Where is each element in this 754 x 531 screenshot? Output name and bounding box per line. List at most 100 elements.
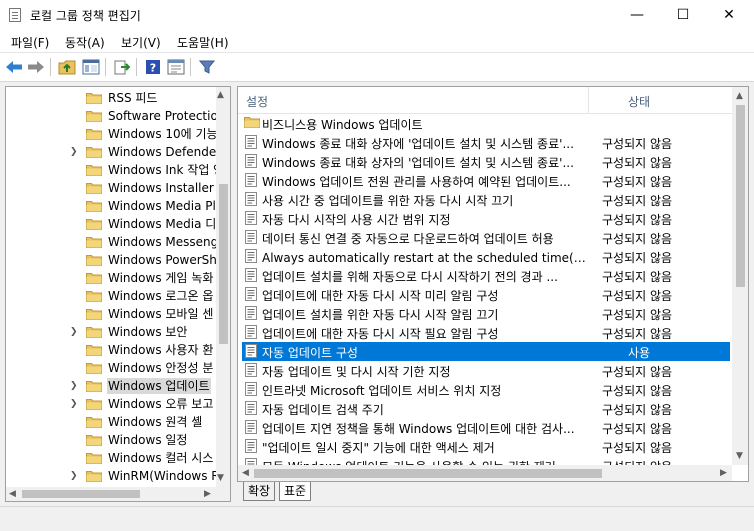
show-hide-tree-icon[interactable] — [81, 57, 101, 77]
tree-item[interactable]: Windows 사용자 환 — [6, 341, 218, 359]
policy-row[interactable]: "업데이트 일시 중지" 기능에 대한 액세스 제거 구성되지 않음 — [242, 437, 730, 456]
tree-item[interactable]: Windows Media Play — [6, 197, 218, 215]
folder-icon — [86, 164, 102, 176]
tree-vertical-scroll-thumb[interactable] — [219, 184, 228, 344]
export-list-icon[interactable] — [112, 57, 132, 77]
back-arrow-icon[interactable] — [4, 57, 24, 77]
folder-icon — [86, 380, 102, 392]
policy-row[interactable]: 자동 업데이트 구성 사용 — [242, 342, 730, 361]
policy-status: 사용 — [628, 346, 651, 360]
folder-icon — [86, 272, 102, 284]
column-divider[interactable] — [588, 87, 589, 113]
expand-chevron-icon[interactable]: ❯ — [70, 147, 80, 157]
policy-row[interactable]: 데이터 통신 연결 중 자동으로 다운로드하여 업데이트 허용 구성되지 않음 — [242, 228, 730, 247]
tree-item[interactable]: Windows 10에 기능 — [6, 125, 218, 143]
policy-row[interactable]: 업데이트 설치를 위한 자동 다시 시작 알림 끄기 구성되지 않음 — [242, 304, 730, 323]
scroll-left-arrow-icon[interactable]: ◀ — [9, 489, 16, 499]
list-folder-row[interactable]: 비즈니스용 Windows 업데이트 — [242, 114, 730, 133]
policy-row[interactable]: Windows 종료 대화 상자의 '업데이트 설치 및 시스템 종료'... 구… — [242, 152, 730, 171]
tree-item[interactable]: Windows Ink 작업 영 — [6, 161, 218, 179]
tree-item[interactable]: Software Protection — [6, 107, 218, 125]
folder-icon — [86, 146, 102, 158]
policy-list-pane[interactable]: 설정 상태 모든 Windows 업데이트 기능을 사용할 수 있는 권한 제거… — [237, 86, 749, 482]
tree-item[interactable]: Windows 로그온 옵 — [6, 287, 218, 305]
policy-status: 구성되지 않음 — [602, 308, 673, 322]
policy-row[interactable]: 자동 업데이트 검색 주기 구성되지 않음 — [242, 399, 730, 418]
scroll-down-arrow-icon[interactable]: ▼ — [217, 473, 224, 483]
policy-row[interactable]: Windows 종료 대화 상자에 '업데이트 설치 및 시스템 종료'... 구… — [242, 133, 730, 152]
policy-status: 구성되지 않음 — [602, 251, 673, 265]
policy-setting-icon — [244, 382, 258, 396]
tree-item-label: Windows Installer — [108, 181, 214, 195]
tree-item-label: Windows Media Play — [108, 199, 218, 213]
policy-row[interactable]: 인트라넷 Microsoft 업데이트 서비스 위치 지정 구성되지 않음 — [242, 380, 730, 399]
tree-item[interactable]: Windows PowerShel — [6, 251, 218, 269]
close-button[interactable]: ✕ — [706, 0, 752, 30]
policy-status: 구성되지 않음 — [602, 175, 673, 189]
column-header-status[interactable]: 상태 — [628, 93, 650, 110]
minimize-button[interactable]: — — [614, 0, 660, 30]
tree-item[interactable]: Windows 컬러 시스 — [6, 449, 218, 467]
column-header-setting[interactable]: 설정 — [246, 93, 268, 110]
expand-chevron-icon[interactable]: ❯ — [70, 471, 80, 481]
scroll-right-arrow-icon[interactable]: ▶ — [720, 468, 727, 478]
policy-setting-icon — [244, 363, 258, 377]
expand-chevron-icon[interactable]: ❯ — [70, 327, 80, 337]
tree-horizontal-scroll-thumb[interactable] — [22, 490, 140, 498]
policy-row[interactable]: 업데이트에 대한 자동 다시 시작 미리 알림 구성 구성되지 않음 — [242, 285, 730, 304]
policy-status: 구성되지 않음 — [602, 232, 673, 246]
tree-item[interactable]: Windows Installer — [6, 179, 218, 197]
policy-row[interactable]: 업데이트 설치를 위해 자동으로 다시 시작하기 전의 경과 ... 구성되지 않… — [242, 266, 730, 285]
tree-item[interactable]: ❯ WinRM(Windows Re — [6, 467, 218, 485]
help-icon[interactable]: ? — [143, 57, 163, 77]
tree-item[interactable]: ❯ Windows 업데이트 — [6, 377, 218, 395]
policy-setting-icon — [244, 154, 258, 168]
tree-item[interactable]: ❯ Windows 오류 보고 — [6, 395, 218, 413]
tab-standard[interactable]: 표준 — [279, 482, 312, 501]
scroll-left-arrow-icon[interactable]: ◀ — [242, 468, 249, 478]
properties-icon[interactable] — [166, 57, 186, 77]
policy-row[interactable]: 자동 다시 시작의 사용 시간 범위 지정 구성되지 않음 — [242, 209, 730, 228]
tree-item[interactable]: Windows 모바일 센 — [6, 305, 218, 323]
up-folder-icon[interactable] — [57, 57, 77, 77]
expand-chevron-icon[interactable]: ❯ — [70, 381, 80, 391]
menu-file[interactable]: 파일(F) — [11, 34, 49, 51]
list-vertical-scroll-thumb[interactable] — [736, 105, 745, 287]
view-tabs: 확장 표준 — [237, 482, 537, 502]
policy-row[interactable]: 업데이트에 대한 자동 다시 시작 필요 알림 구성 구성되지 않음 — [242, 323, 730, 342]
tree-item[interactable]: RSS 피드 — [6, 89, 218, 107]
policy-status: 구성되지 않음 — [602, 441, 673, 455]
policy-row[interactable]: Windows 업데이트 전원 관리를 사용하여 예약된 업데이트... 구성되지… — [242, 171, 730, 190]
folder-icon — [86, 470, 102, 482]
tree-item[interactable]: Windows 안정성 분 — [6, 359, 218, 377]
policy-row[interactable]: Always automatically restart at the sche… — [242, 247, 730, 266]
menu-action[interactable]: 동작(A) — [65, 34, 105, 51]
tree-item[interactable]: Windows 원격 셸 — [6, 413, 218, 431]
maximize-button[interactable]: ☐ — [660, 0, 706, 30]
policy-setting-icon — [244, 192, 258, 206]
policy-row[interactable]: 자동 업데이트 및 다시 시작 기한 지정 구성되지 않음 — [242, 361, 730, 380]
toolbar-separator — [50, 58, 51, 76]
policy-row[interactable]: 사용 시간 중 업데이트를 위한 자동 다시 시작 끄기 구성되지 않음 — [242, 190, 730, 209]
list-horizontal-scroll-thumb[interactable] — [254, 469, 602, 478]
scroll-up-arrow-icon[interactable]: ▲ — [217, 90, 224, 100]
policy-tree-pane[interactable]: RSS 피드 Software Protection Windows 10에 기능 ❯… — [5, 86, 231, 502]
forward-arrow-icon[interactable] — [26, 57, 46, 77]
tree-item[interactable]: ❯ Windows 보안 — [6, 323, 218, 341]
policy-name: 업데이트에 대한 자동 다시 시작 필요 알림 구성 — [262, 327, 499, 341]
expand-chevron-icon[interactable]: ❯ — [70, 399, 80, 409]
menu-help[interactable]: 도움말(H) — [177, 34, 229, 51]
tree-item[interactable]: Windows 일정 — [6, 431, 218, 449]
scroll-up-arrow-icon[interactable]: ▲ — [736, 91, 743, 101]
tree-item[interactable]: ❯ Windows Defender S — [6, 143, 218, 161]
tab-extended[interactable]: 확장 — [243, 482, 276, 501]
tree-item[interactable]: Windows Messenger — [6, 233, 218, 251]
menu-view[interactable]: 보기(V) — [121, 34, 161, 51]
scroll-right-arrow-icon[interactable]: ▶ — [204, 489, 211, 499]
filter-icon[interactable] — [197, 57, 217, 77]
policy-row[interactable]: 업데이트 지연 정책을 통해 Windows 업데이트에 대한 검사... 구성되… — [242, 418, 730, 437]
tree-item[interactable]: Windows 게임 녹화 — [6, 269, 218, 287]
scroll-down-arrow-icon[interactable]: ▼ — [736, 451, 743, 461]
tree-item[interactable]: Windows Media 디지 — [6, 215, 218, 233]
toolbar-separator — [136, 58, 137, 76]
